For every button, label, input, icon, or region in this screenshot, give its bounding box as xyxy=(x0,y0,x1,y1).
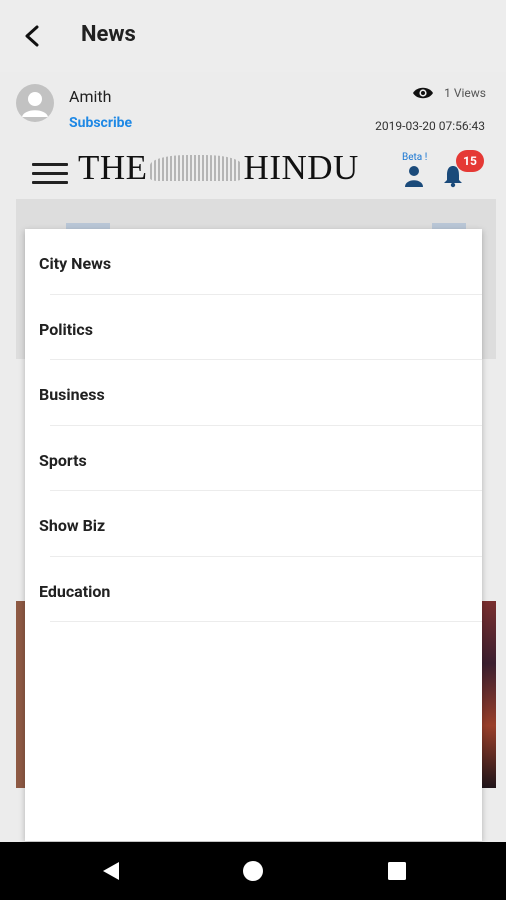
nav-home-icon[interactable] xyxy=(241,859,265,883)
article-masthead: THE HINDU Beta ! xyxy=(0,146,506,196)
app-bar: News xyxy=(0,0,506,72)
menu-item-sports[interactable]: Sports xyxy=(25,426,482,491)
beta-label: Beta ! xyxy=(402,152,428,163)
back-arrow-icon xyxy=(25,25,39,47)
menu-item-label: City News xyxy=(39,254,112,273)
user-icon[interactable] xyxy=(403,164,425,188)
eye-icon xyxy=(413,87,434,99)
menu-item-label: Politics xyxy=(39,319,93,339)
system-nav-bar xyxy=(0,842,506,900)
hamburger-icon[interactable] xyxy=(32,163,68,185)
menu-item-show-biz[interactable]: Show Biz xyxy=(25,491,482,557)
views-counter: 1 Views xyxy=(412,86,486,100)
menu-item-label: Show Biz xyxy=(39,516,106,535)
menu-item-label: Sports xyxy=(39,450,87,470)
emblem-icon xyxy=(149,155,242,181)
menu-item-label: Business xyxy=(39,385,105,404)
subscribe-link[interactable]: Subscribe xyxy=(69,115,132,131)
newspaper-logo: THE HINDU xyxy=(78,148,359,188)
nav-back-icon[interactable] xyxy=(99,859,123,883)
menu-item-city-news[interactable]: City News xyxy=(25,229,482,295)
avatar[interactable] xyxy=(16,84,54,122)
nav-recents-icon[interactable] xyxy=(385,859,409,883)
notification-badge: 15 xyxy=(456,150,484,172)
views-label: 1 Views xyxy=(444,86,486,100)
menu-item-education[interactable]: Education xyxy=(25,557,482,622)
post-header: Amith Subscribe 1 Views 2019-03-20 07:56… xyxy=(0,76,506,140)
category-menu-dialog: City News Politics Business Sports Show … xyxy=(25,229,482,841)
logo-text-right: HINDU xyxy=(243,148,359,187)
page-title: News xyxy=(81,22,136,47)
back-button[interactable] xyxy=(18,22,46,50)
author-name[interactable]: Amith xyxy=(69,87,111,106)
menu-item-label: Education xyxy=(39,581,111,601)
menu-item-business[interactable]: Business xyxy=(25,360,482,426)
menu-item-politics[interactable]: Politics xyxy=(25,295,482,360)
avatar-icon xyxy=(22,92,48,117)
divider xyxy=(50,621,482,622)
post-timestamp: 2019-03-20 07:56:43 xyxy=(375,119,485,133)
logo-text-left: THE xyxy=(78,148,148,187)
